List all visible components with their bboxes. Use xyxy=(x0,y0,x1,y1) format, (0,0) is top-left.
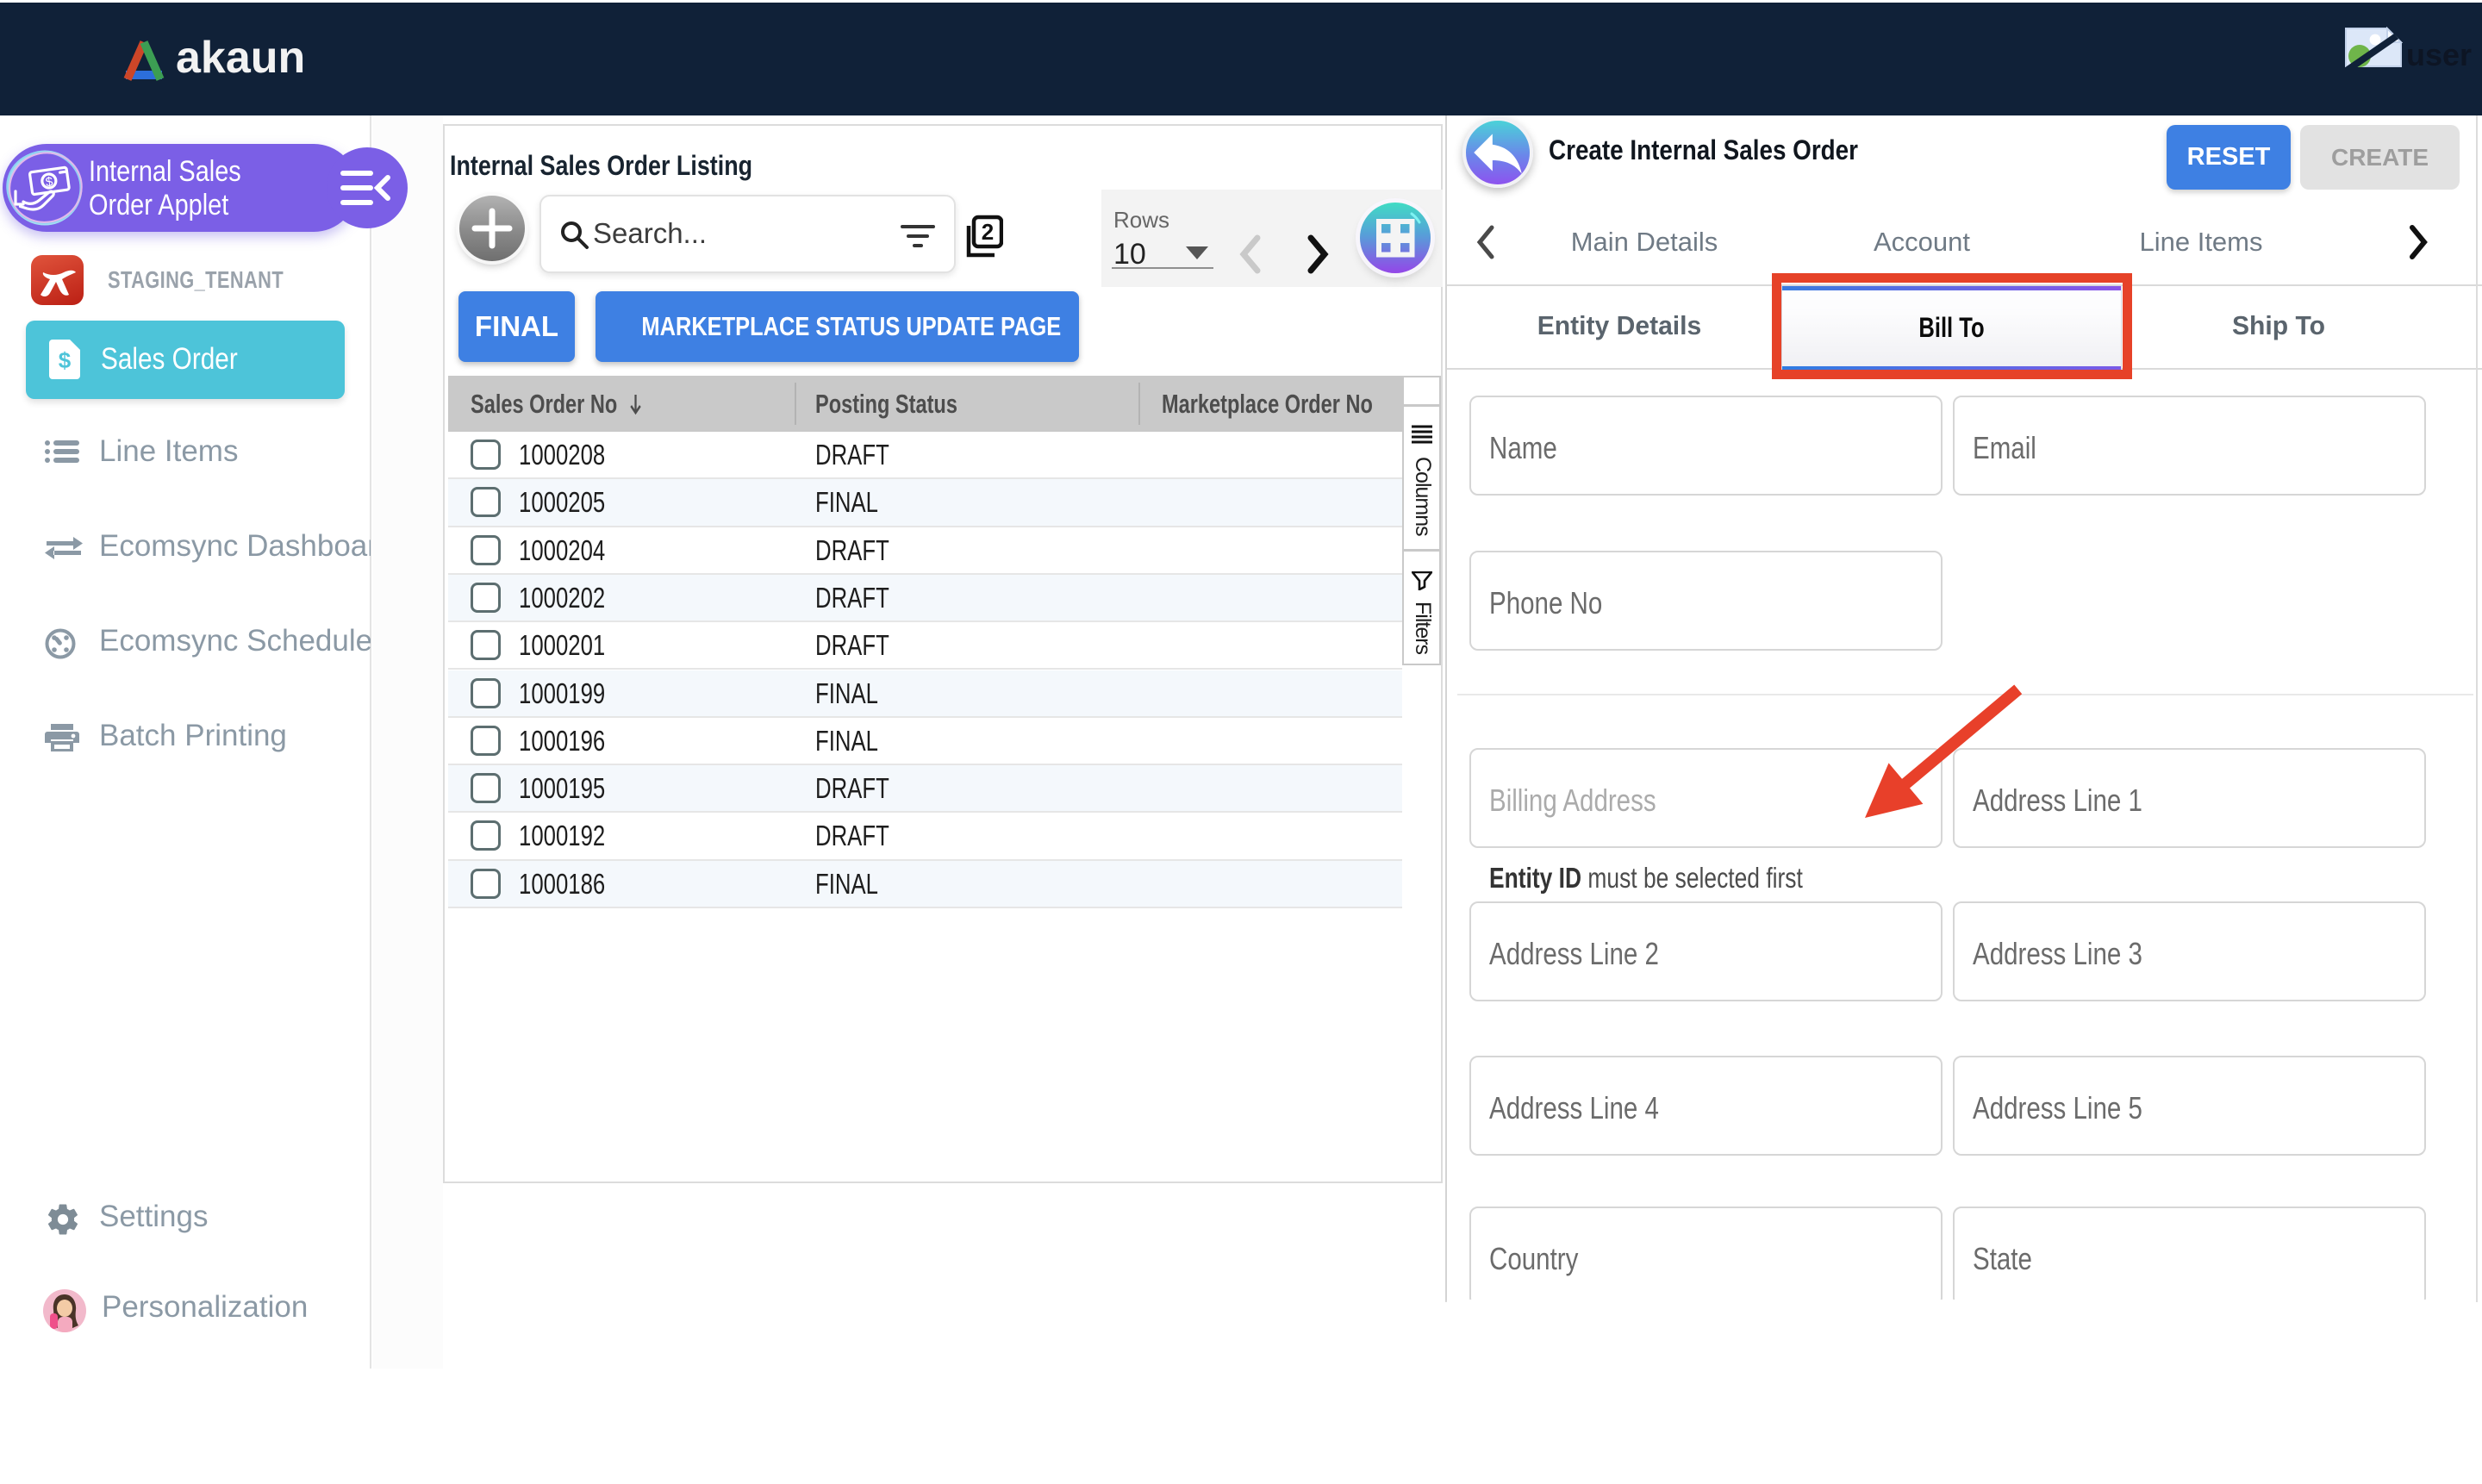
svg-text:$: $ xyxy=(59,347,72,373)
svg-text:2: 2 xyxy=(982,219,994,245)
